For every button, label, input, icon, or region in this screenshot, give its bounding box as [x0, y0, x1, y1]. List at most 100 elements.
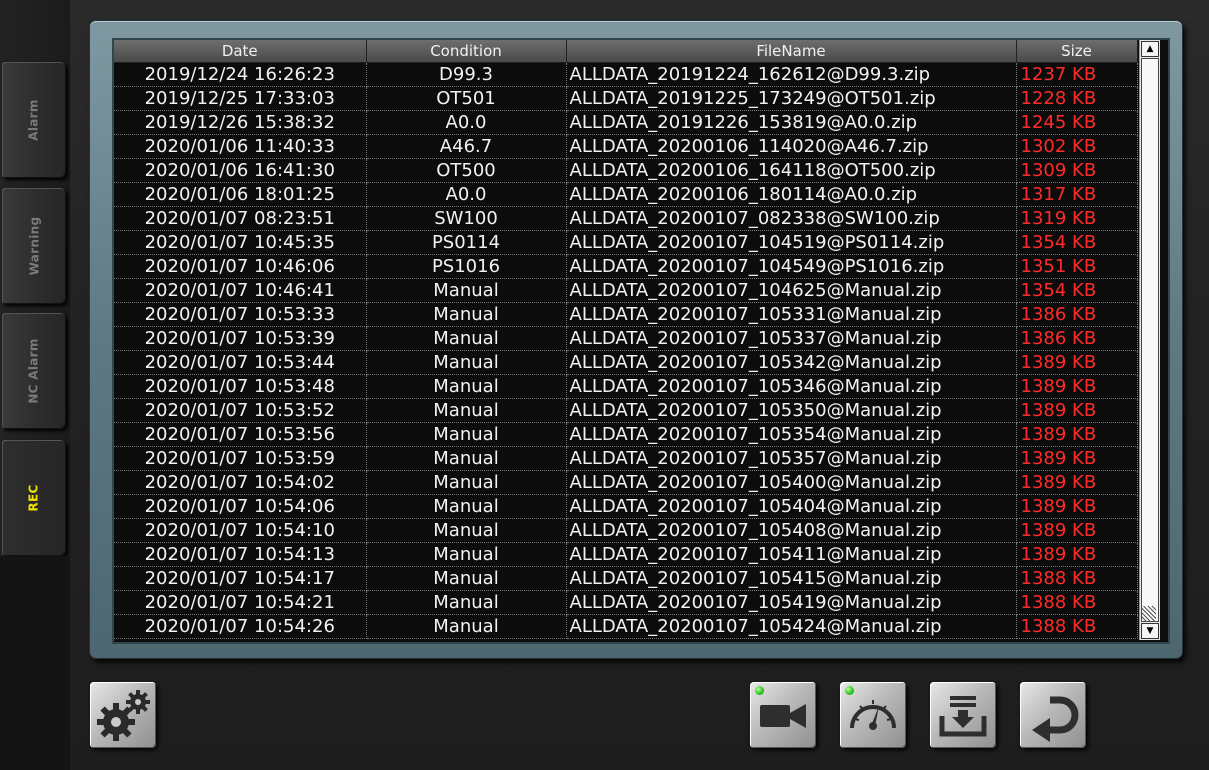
cell-date: 2020/01/07 10:46:06	[114, 254, 367, 279]
column-header-condition[interactable]: Condition	[366, 40, 567, 63]
table-row[interactable]: 2020/01/06 18:01:25 A0.0 ALLDATA_20200106_…	[114, 182, 1138, 207]
cell-filename: ALLDATA_20200107_105337@Manual.zip	[566, 326, 1017, 351]
cell-filename: ALLDATA_20200107_105350@Manual.zip	[566, 398, 1017, 423]
table-row[interactable]: 2019/12/24 16:26:23 D99.3 ALLDATA_20191224…	[114, 62, 1138, 87]
sidebar-footer	[0, 556, 70, 770]
cell-size: 1389 KB	[1016, 422, 1138, 447]
cell-date: 2020/01/07 10:53:33	[114, 302, 367, 327]
table-row[interactable]: 2020/01/07 10:54:26 Manual ALLDATA_2020010…	[114, 614, 1138, 639]
cell-condition: OT500	[366, 158, 567, 183]
cell-filename: ALLDATA_20200107_082338@SW100.zip	[566, 206, 1017, 231]
cell-filename: ALLDATA_20200106_164118@OT500.zip	[566, 158, 1017, 183]
cell-size: 1389 KB	[1016, 446, 1138, 471]
table-row[interactable]: 2020/01/07 10:53:33 Manual ALLDATA_2020010…	[114, 302, 1138, 327]
cell-filename: ALLDATA_20200107_105404@Manual.zip	[566, 494, 1017, 519]
cell-filename: ALLDATA_20200107_105411@Manual.zip	[566, 542, 1017, 567]
table-row[interactable]: 2020/01/07 10:54:02 Manual ALLDATA_2020010…	[114, 470, 1138, 495]
cell-date: 2020/01/07 10:53:59	[114, 446, 367, 471]
cell-size: 1389 KB	[1016, 542, 1138, 567]
table-row[interactable]: 2020/01/06 11:40:33 A46.7 ALLDATA_20200106…	[114, 134, 1138, 159]
gauge-button[interactable]	[840, 682, 906, 748]
cell-condition: Manual	[366, 422, 567, 447]
cell-date: 2020/01/07 08:23:51	[114, 206, 367, 231]
table-row[interactable]: 2020/01/07 08:23:51 SW100 ALLDATA_20200107…	[114, 206, 1138, 231]
return-button[interactable]	[1020, 682, 1086, 748]
cell-date: 2020/01/06 18:01:25	[114, 182, 367, 207]
cell-size: 1354 KB	[1016, 230, 1138, 255]
scroll-up-button[interactable]: ▲	[1141, 41, 1159, 57]
tab-alarm[interactable]: Alarm	[2, 62, 66, 178]
tab-alarm-label: Alarm	[26, 99, 41, 141]
scroll-thumb[interactable]	[1141, 58, 1159, 622]
cell-condition: A0.0	[366, 110, 567, 135]
cell-date: 2020/01/07 10:53:56	[114, 422, 367, 447]
gears-icon	[97, 690, 150, 741]
table-row[interactable]: 2019/12/26 15:38:32 A0.0 ALLDATA_20191226_…	[114, 110, 1138, 135]
cell-size: 1245 KB	[1016, 110, 1138, 135]
tab-rec-label: REC	[27, 484, 41, 512]
column-header-date[interactable]: Date	[114, 40, 367, 63]
cell-condition: Manual	[366, 398, 567, 423]
table-body: 2019/12/24 16:26:23 D99.3 ALLDATA_20191224…	[114, 62, 1138, 639]
cell-size: 1388 KB	[1016, 566, 1138, 591]
cell-date: 2019/12/26 15:38:32	[114, 110, 367, 135]
record-camera-button[interactable]	[750, 682, 816, 748]
tab-warning[interactable]: Warning	[2, 188, 66, 304]
cell-date: 2020/01/07 10:46:41	[114, 278, 367, 303]
cell-condition: A46.7	[366, 134, 567, 159]
column-header-size[interactable]: Size	[1016, 40, 1138, 63]
cell-size: 1389 KB	[1016, 470, 1138, 495]
cell-filename: ALLDATA_20200107_104549@PS1016.zip	[566, 254, 1017, 279]
arrow-down-icon: ▼	[1146, 625, 1154, 636]
table-row[interactable]: 2020/01/07 10:45:35 PS0114 ALLDATA_2020010…	[114, 230, 1138, 255]
cell-date: 2020/01/07 10:53:44	[114, 350, 367, 375]
vertical-scrollbar[interactable]: ▲ ▼	[1139, 40, 1160, 640]
cell-condition: Manual	[366, 374, 567, 399]
cell-filename: ALLDATA_20200107_105346@Manual.zip	[566, 374, 1017, 399]
table-row[interactable]: 2019/12/25 17:33:03 OT501 ALLDATA_20191225…	[114, 86, 1138, 111]
settings-button[interactable]	[90, 682, 156, 748]
table-row[interactable]: 2020/01/07 10:54:17 Manual ALLDATA_2020010…	[114, 566, 1138, 591]
tab-nc-alarm-label: NC Alarm	[27, 338, 42, 404]
scroll-down-button[interactable]: ▼	[1141, 623, 1159, 639]
table-row[interactable]: 2020/01/07 10:53:44 Manual ALLDATA_2020010…	[114, 350, 1138, 375]
cell-filename: ALLDATA_20200107_104625@Manual.zip	[566, 278, 1017, 303]
cell-filename: ALLDATA_20200107_105357@Manual.zip	[566, 446, 1017, 471]
table-row[interactable]: 2020/01/07 10:54:13 Manual ALLDATA_2020010…	[114, 542, 1138, 567]
table-row[interactable]: 2020/01/07 10:46:06 PS1016 ALLDATA_2020010…	[114, 254, 1138, 279]
table-row[interactable]: 2020/01/07 10:53:48 Manual ALLDATA_2020010…	[114, 374, 1138, 399]
table-row[interactable]: 2020/01/06 16:41:30 OT500 ALLDATA_20200106…	[114, 158, 1138, 183]
cell-condition: Manual	[366, 542, 567, 567]
cell-filename: ALLDATA_20200107_105331@Manual.zip	[566, 302, 1017, 327]
table-row[interactable]: 2020/01/07 10:53:39 Manual ALLDATA_2020010…	[114, 326, 1138, 351]
tab-nc-alarm[interactable]: NC Alarm	[2, 313, 66, 429]
cell-size: 1388 KB	[1016, 590, 1138, 615]
cell-date: 2020/01/06 11:40:33	[114, 134, 367, 159]
table-row[interactable]: 2020/01/07 10:53:52 Manual ALLDATA_2020010…	[114, 398, 1138, 423]
column-header-filename[interactable]: FileName	[566, 40, 1017, 63]
cell-condition: PS1016	[366, 254, 567, 279]
cell-filename: ALLDATA_20200107_105400@Manual.zip	[566, 470, 1017, 495]
download-button[interactable]	[930, 682, 996, 748]
arrow-up-icon: ▲	[1146, 43, 1154, 54]
cell-date: 2020/01/07 10:54:10	[114, 518, 367, 543]
tab-rec[interactable]: REC	[2, 440, 66, 556]
download-tray-icon	[939, 696, 987, 737]
cell-condition: Manual	[366, 278, 567, 303]
sidebar: Alarm Warning NC Alarm REC	[0, 0, 70, 770]
cell-filename: ALLDATA_20200106_114020@A46.7.zip	[566, 134, 1017, 159]
cell-filename: ALLDATA_20191226_153819@A0.0.zip	[566, 110, 1017, 135]
table-row[interactable]: 2020/01/07 10:54:10 Manual ALLDATA_2020010…	[114, 518, 1138, 543]
table-row[interactable]: 2020/01/07 10:54:21 Manual ALLDATA_2020010…	[114, 590, 1138, 615]
cell-condition: Manual	[366, 446, 567, 471]
table-row[interactable]: 2020/01/07 10:46:41 Manual ALLDATA_2020010…	[114, 278, 1138, 303]
table-row[interactable]: 2020/01/07 10:53:59 Manual ALLDATA_2020010…	[114, 446, 1138, 471]
table-row[interactable]: 2020/01/07 10:53:56 Manual ALLDATA_2020010…	[114, 422, 1138, 447]
cell-date: 2020/01/06 16:41:30	[114, 158, 367, 183]
table-row[interactable]: 2020/01/07 10:54:06 Manual ALLDATA_2020010…	[114, 494, 1138, 519]
cell-date: 2019/12/24 16:26:23	[114, 62, 367, 87]
cell-date: 2019/12/25 17:33:03	[114, 86, 367, 111]
cell-condition: OT501	[366, 86, 567, 111]
cell-condition: Manual	[366, 494, 567, 519]
cell-condition: D99.3	[366, 62, 567, 87]
